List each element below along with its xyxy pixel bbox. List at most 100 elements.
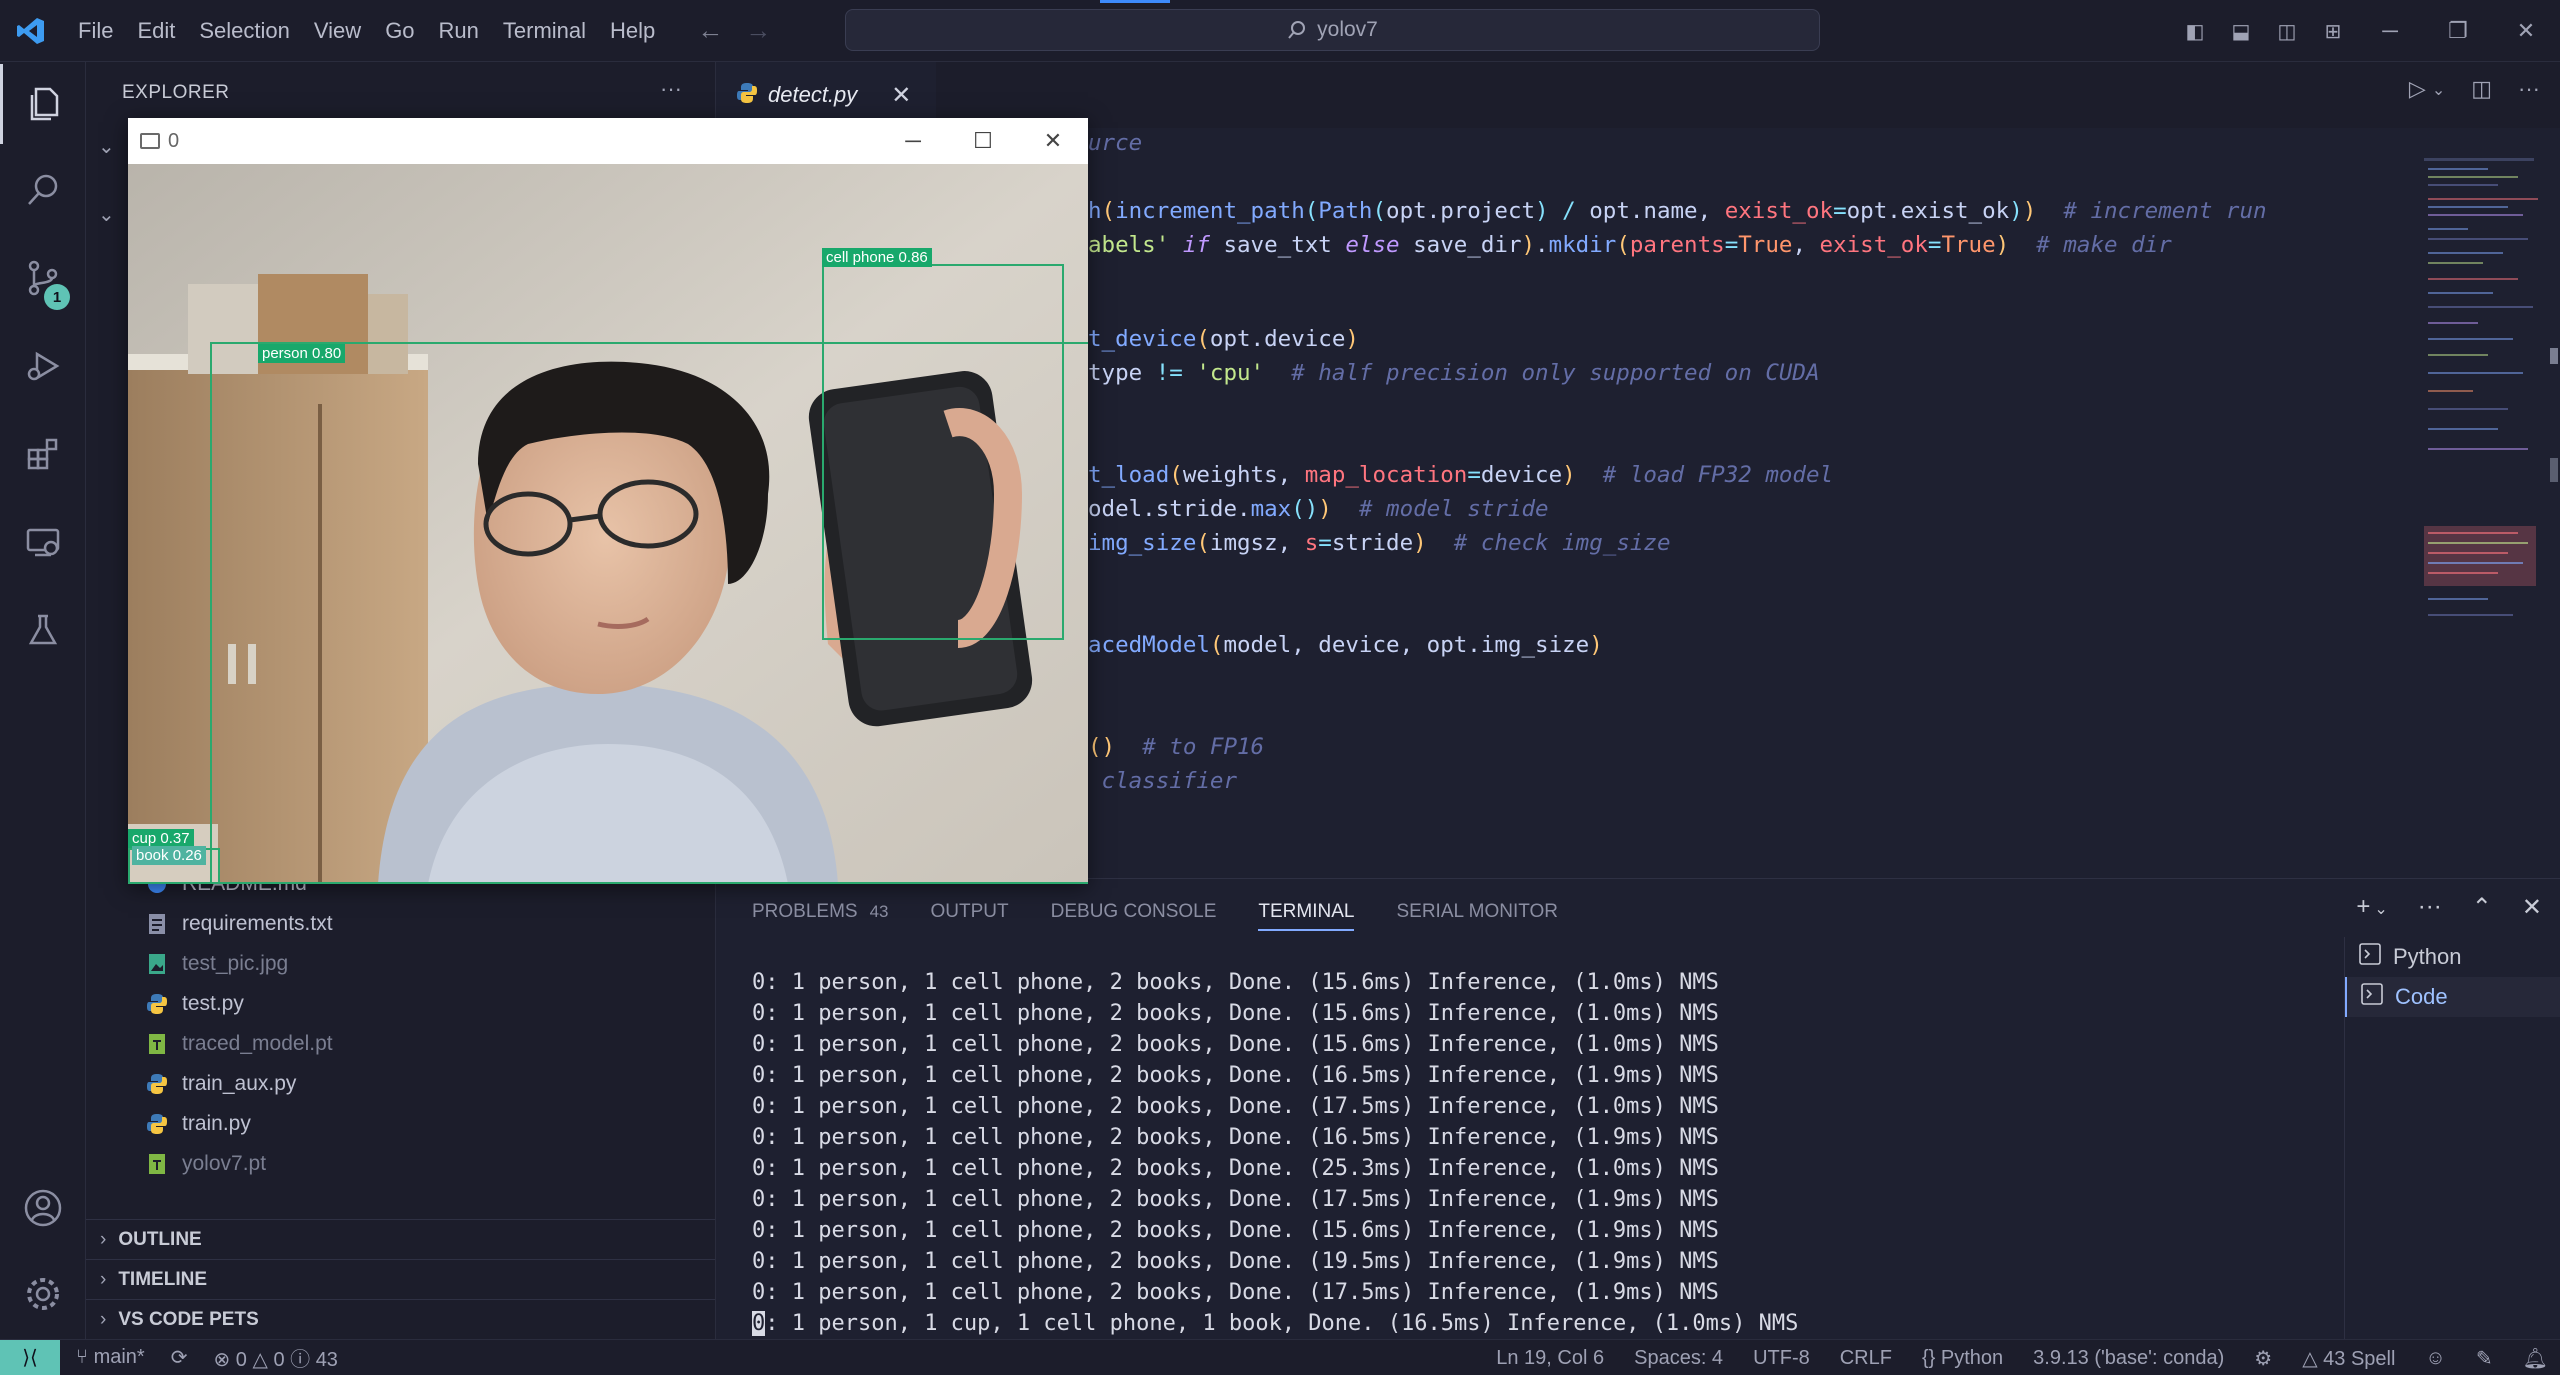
camera-window-controls: ─ ☐ ✕ bbox=[878, 118, 1088, 164]
extension-icon[interactable]: ⚙ bbox=[2254, 1346, 2272, 1371]
camera-preview-window[interactable]: 0 ─ ☐ ✕ person 0.80 cell phone 0.86 cup … bbox=[128, 118, 1088, 884]
maximize-panel-icon[interactable]: ⌃ bbox=[2472, 893, 2492, 922]
close-window-icon[interactable]: ✕ bbox=[2492, 18, 2560, 44]
split-editor-icon[interactable]: ◫ bbox=[2471, 76, 2492, 102]
chevron-down-icon[interactable]: ⌄ bbox=[2374, 899, 2387, 922]
chevron-down-icon[interactable]: ⌄ bbox=[98, 134, 115, 159]
search-text: yolov7 bbox=[1317, 18, 1378, 41]
tab-problems[interactable]: PROBLEMS 43 bbox=[752, 901, 889, 923]
problems-indicator[interactable]: ⊗ 0 △ 0 ⓘ 43 bbox=[213, 1343, 337, 1372]
notifications-bell-icon[interactable]: 🔔︎ bbox=[2523, 1346, 2548, 1371]
terminal-line: 0: 1 person, 1 cell phone, 2 books, Done… bbox=[752, 1032, 1719, 1057]
run-debug-icon[interactable] bbox=[0, 326, 86, 406]
settings-gear-icon[interactable] bbox=[0, 1254, 86, 1334]
encoding[interactable]: UTF-8 bbox=[1753, 1347, 1810, 1370]
menu-selection[interactable]: Selection bbox=[187, 0, 302, 62]
terminal-item-python[interactable]: Python bbox=[2345, 937, 2560, 977]
terminal-cursor: 0 bbox=[752, 1311, 766, 1336]
branch-indicator[interactable]: ⑂ main* bbox=[76, 1346, 145, 1369]
tab-serial-monitor[interactable]: SERIAL MONITOR bbox=[1396, 901, 1558, 923]
terminal-output[interactable]: 0: 1 person, 1 cell phone, 2 books, Done… bbox=[752, 967, 1798, 1339]
language-mode[interactable]: {} Python bbox=[1922, 1347, 2003, 1370]
extensions-icon[interactable] bbox=[0, 414, 86, 494]
source-control-icon[interactable]: 1 bbox=[0, 238, 86, 318]
accounts-icon[interactable] bbox=[0, 1168, 86, 1248]
remote-explorer-icon[interactable] bbox=[0, 502, 86, 582]
title-bar: File Edit Selection View Go Run Terminal… bbox=[0, 0, 2560, 62]
python-icon bbox=[736, 82, 758, 109]
file-name: yolov7.pt bbox=[182, 1152, 267, 1175]
minimize-icon[interactable]: ─ bbox=[2356, 18, 2424, 44]
terminal-item-code[interactable]: Code bbox=[2345, 977, 2560, 1017]
remote-indicator-icon[interactable]: ⟩⟨ bbox=[0, 1339, 60, 1375]
menu-terminal[interactable]: Terminal bbox=[491, 0, 598, 62]
restore-icon[interactable]: ❐ bbox=[2424, 18, 2492, 44]
run-icon[interactable]: ▷ bbox=[2409, 76, 2426, 102]
tab-debug-console[interactable]: DEBUG CONSOLE bbox=[1051, 901, 1217, 923]
window-icon bbox=[140, 133, 160, 149]
file-name: requirements.txt bbox=[182, 912, 333, 935]
cursor-position[interactable]: Ln 19, Col 6 bbox=[1496, 1347, 1604, 1370]
python-interpreter[interactable]: 3.9.13 ('base': conda) bbox=[2033, 1347, 2224, 1370]
search-view-icon[interactable] bbox=[0, 150, 86, 230]
file-item[interactable]: train.py bbox=[146, 1106, 251, 1142]
tab-terminal[interactable]: TERMINAL bbox=[1258, 901, 1355, 931]
menu-help[interactable]: Help bbox=[598, 0, 667, 62]
file-item[interactable]: traced_model.pt bbox=[146, 1026, 333, 1062]
webcam-frame: person 0.80 cell phone 0.86 cup 0.37 boo… bbox=[128, 164, 1088, 884]
more-actions-icon[interactable]: ··· bbox=[660, 76, 682, 102]
image-icon bbox=[146, 953, 168, 975]
file-item[interactable]: test.py bbox=[146, 986, 244, 1022]
spell-check[interactable]: △ 43 Spell bbox=[2302, 1346, 2395, 1371]
copilot-icon[interactable]: ☺ bbox=[2425, 1347, 2445, 1370]
tab-output[interactable]: OUTPUT bbox=[931, 901, 1009, 923]
file-item[interactable]: test_pic.jpg bbox=[146, 946, 288, 982]
feedback-icon[interactable]: ✎ bbox=[2476, 1346, 2493, 1371]
toggle-panel-icon[interactable]: ⬓ bbox=[2218, 19, 2264, 44]
close-icon[interactable]: ✕ bbox=[891, 81, 911, 110]
explorer-icon[interactable] bbox=[0, 64, 86, 144]
editor-scrollbar[interactable] bbox=[2548, 128, 2560, 878]
terminal-line: 0: 1 person, 1 cell phone, 2 books, Done… bbox=[752, 1001, 1719, 1026]
toggle-secondary-sidebar-icon[interactable]: ◫ bbox=[2264, 19, 2310, 44]
terminal-icon bbox=[2361, 983, 2383, 1011]
end-of-line[interactable]: CRLF bbox=[1840, 1347, 1892, 1370]
chevron-right-icon: › bbox=[100, 1228, 107, 1250]
info-icon: ⓘ bbox=[290, 1349, 311, 1371]
outline-section[interactable]: › OUTLINE bbox=[86, 1219, 715, 1259]
terminal-line: 0: 1 person, 1 cell phone, 2 books, Done… bbox=[752, 1094, 1719, 1119]
customize-layout-icon[interactable]: ⊞ bbox=[2310, 19, 2356, 44]
maximize-icon[interactable]: ☐ bbox=[948, 118, 1018, 164]
close-icon[interactable]: ✕ bbox=[1018, 118, 1088, 164]
menu-view[interactable]: View bbox=[302, 0, 373, 62]
menu-go[interactable]: Go bbox=[373, 0, 426, 62]
sync-icon[interactable]: ⟳ bbox=[171, 1345, 188, 1370]
menu-edit[interactable]: Edit bbox=[125, 0, 187, 62]
chevron-down-icon[interactable]: ⌄ bbox=[98, 202, 115, 227]
vscode-pets-section[interactable]: › VS CODE PETS bbox=[86, 1299, 715, 1339]
new-terminal-icon[interactable]: + bbox=[2356, 893, 2370, 922]
terminal-line: 0: 1 person, 1 cell phone, 2 books, Done… bbox=[752, 1187, 1719, 1212]
file-item[interactable]: yolov7.pt bbox=[146, 1146, 266, 1182]
close-panel-icon[interactable]: ✕ bbox=[2522, 893, 2542, 922]
back-arrow-icon[interactable]: ← bbox=[697, 15, 723, 46]
menu-file[interactable]: File bbox=[66, 0, 125, 62]
indentation[interactable]: Spaces: 4 bbox=[1634, 1347, 1723, 1370]
nav-arrows: ← → bbox=[697, 15, 771, 46]
timeline-section[interactable]: › TIMELINE bbox=[86, 1259, 715, 1299]
testing-icon[interactable] bbox=[0, 590, 86, 670]
menu-run[interactable]: Run bbox=[427, 0, 491, 62]
toggle-sidebar-icon[interactable]: ◧ bbox=[2172, 19, 2218, 44]
more-actions-icon[interactable]: ··· bbox=[2518, 76, 2540, 102]
minimap[interactable] bbox=[2424, 158, 2544, 678]
code-line: () # to FP16 bbox=[1088, 734, 1265, 760]
file-item[interactable]: requirements.txt bbox=[146, 906, 333, 942]
command-center-search[interactable]: yolov7 bbox=[845, 9, 1820, 51]
chevron-down-icon[interactable]: ⌄ bbox=[2432, 80, 2445, 102]
camera-window-titlebar[interactable]: 0 ─ ☐ ✕ bbox=[128, 118, 1088, 164]
file-item[interactable]: train_aux.py bbox=[146, 1066, 296, 1102]
code-line: acedModel(model, device, opt.img_size) bbox=[1088, 632, 1603, 658]
minimize-icon[interactable]: ─ bbox=[878, 118, 948, 164]
more-actions-icon[interactable]: ··· bbox=[2418, 893, 2442, 922]
forward-arrow-icon[interactable]: → bbox=[745, 15, 771, 46]
